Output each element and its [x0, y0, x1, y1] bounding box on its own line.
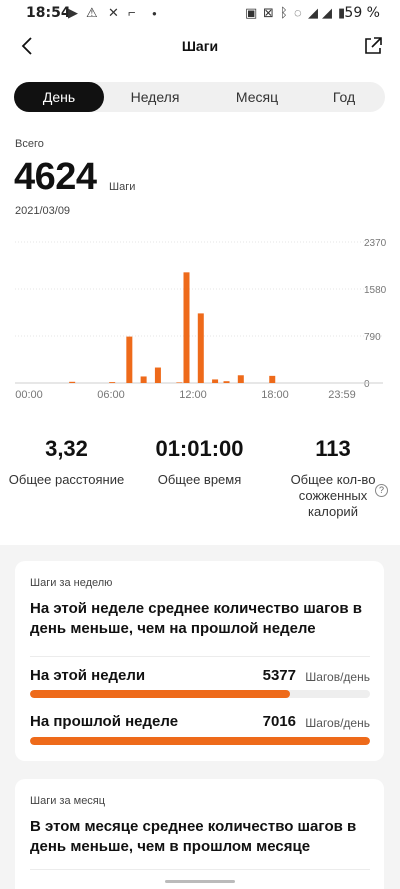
divider [30, 869, 370, 870]
steps-chart[interactable]: 2370 1580 790 0 00:00 06:00 12:00 18:00 23:59 [0, 230, 400, 410]
monthly-card-title: Шаги за месяц [30, 795, 106, 807]
weekly-card-description: На этой неделе среднее количество шагов … [30, 600, 362, 637]
this-week-bar [30, 690, 370, 698]
this-week-value: 5377 [262, 667, 296, 684]
app-header: Шаги [0, 28, 400, 66]
stats-row: 3,32 Общее расстояние 01:01:00 Общее вре… [0, 436, 400, 526]
last-week-bar [30, 737, 370, 745]
total-label: Всего [15, 138, 44, 150]
cards-area: Шаги за неделю На этой неделе среднее ко… [0, 545, 400, 889]
weekly-card-title: Шаги за неделю [30, 577, 113, 589]
signal-icon: ◢ [322, 5, 332, 20]
date-label: 2021/03/09 [15, 205, 71, 217]
tab-week[interactable]: Неделя [110, 82, 200, 112]
home-indicator[interactable] [165, 880, 235, 883]
help-icon[interactable]: ? [375, 484, 388, 497]
stat-distance: 3,32 Общее расстояние [0, 436, 133, 488]
chart-bar [109, 382, 116, 383]
this-week-label: На этой недели [30, 667, 146, 684]
chart-bar [237, 375, 244, 383]
stat-distance-label: Общее расстояние [8, 472, 125, 487]
tab-day[interactable]: День [14, 82, 104, 112]
stat-time: 01:01:00 Общее время [133, 436, 266, 488]
last-week-label: На прошлой неделе [30, 713, 179, 730]
chart-bar [69, 381, 76, 383]
weekly-steps-card[interactable]: Шаги за неделю На этой неделе среднее ко… [15, 561, 384, 761]
dot-icon: ● [152, 9, 157, 18]
status-bar: 18:54 ▶ ⚠ ✕ ⌐ ● ▣ ⊠ ᛒ ◌ ◢ ◢ ▮ 59 % [0, 0, 400, 28]
stat-time-label: Общее время [157, 472, 242, 487]
notification-icon: ⌐ [128, 5, 136, 20]
last-week-value: 7016 [262, 713, 296, 730]
chart-bar [197, 313, 204, 383]
x-tick-label: 18:00 [261, 389, 289, 401]
camera-icon: ▣ [245, 5, 258, 20]
last-week-bar-fill [30, 737, 370, 745]
this-week-bar-fill [30, 690, 291, 698]
signal-icon: ◢ [308, 5, 318, 20]
chart-bar [154, 367, 161, 383]
play-icon: ▶ [68, 5, 78, 20]
y-tick-label: 0 [364, 379, 370, 390]
y-tick-label: 1580 [364, 285, 387, 296]
stat-calories-value: 113 [315, 436, 351, 461]
monthly-steps-card[interactable]: Шаги за месяц В этом месяце среднее коли… [15, 779, 384, 889]
total-steps-unit: Шаги [109, 181, 136, 193]
monthly-card-description: В этом месяце среднее количество шагов в… [30, 818, 357, 855]
chart-bar [126, 336, 133, 383]
status-time: 18:54 [26, 5, 71, 21]
battery-percent: 59 % [344, 5, 380, 21]
stat-time-value: 01:01:00 [155, 436, 244, 461]
tab-month[interactable]: Месяц [212, 82, 302, 112]
x-tick-label: 23:59 [328, 389, 356, 401]
warning-icon: ⚠ [86, 5, 98, 20]
chart-bar [223, 381, 230, 383]
stat-calories: 113 Общее кол-во сожженных калорий [266, 436, 400, 520]
period-tabs: День Неделя Месяц Год [14, 82, 385, 112]
x-tick-label: 00:00 [15, 389, 43, 401]
x-tick-label: 06:00 [97, 389, 125, 401]
chart-bar [183, 272, 190, 383]
page-title: Шаги [181, 38, 219, 54]
last-week-unit: Шагов/день [305, 716, 370, 730]
y-tick-label: 790 [364, 332, 381, 343]
chart-bar [176, 382, 183, 383]
share-icon[interactable] [362, 35, 384, 57]
divider [30, 656, 370, 657]
bluetooth-icon: ᛒ [280, 5, 288, 20]
y-tick-label: 2370 [364, 238, 387, 249]
notification-icon: ✕ [108, 5, 119, 20]
x-tick-label: 12:00 [179, 389, 207, 401]
total-steps-value: 4624 [14, 156, 97, 198]
this-week-unit: Шагов/день [305, 670, 370, 684]
chart-bar [269, 375, 276, 383]
chart-bar [212, 379, 219, 383]
mute-icon: ◌ [294, 5, 302, 20]
stat-distance-value: 3,32 [45, 436, 88, 461]
chart-bar [140, 376, 147, 383]
wifi-call-icon: ⊠ [263, 5, 274, 20]
tab-year[interactable]: Год [304, 82, 384, 112]
